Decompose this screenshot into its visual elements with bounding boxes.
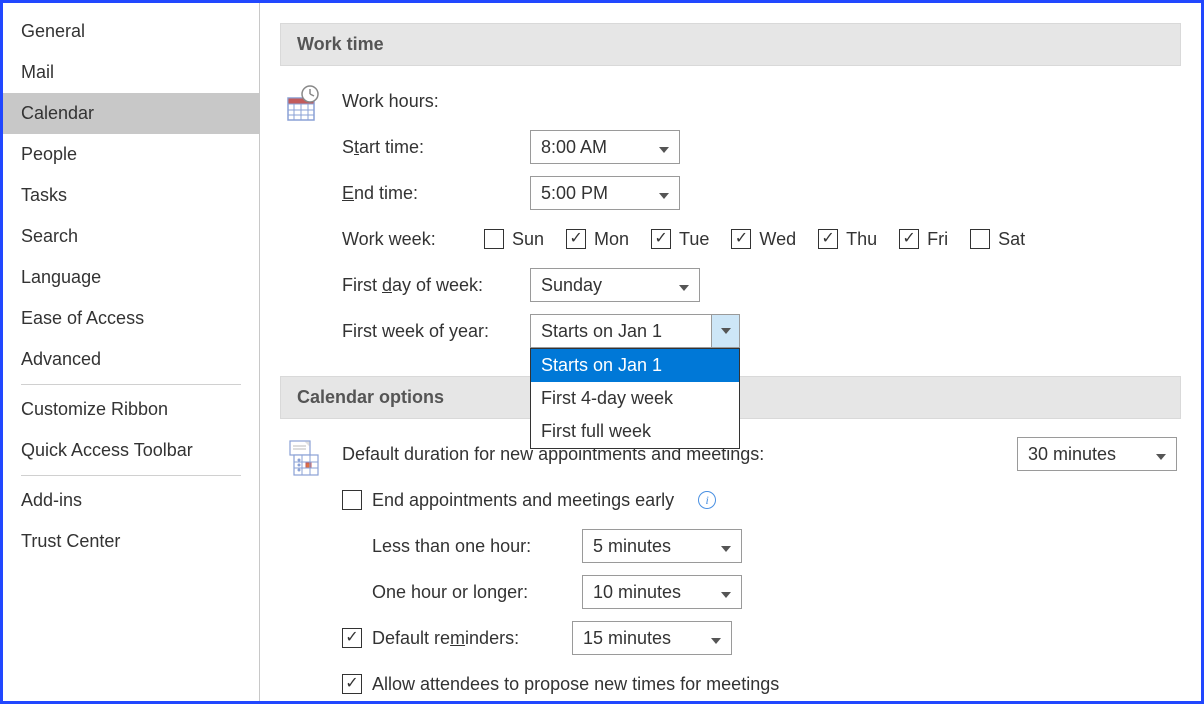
checkbox-sat[interactable] [970,229,990,249]
sidebar-divider [21,384,241,385]
chevron-down-icon [701,628,721,649]
first-day-select[interactable]: Sunday [530,268,700,302]
day-label: Wed [759,229,796,250]
one-hour-or-longer-value: 10 minutes [593,582,681,603]
checkmark-icon: ✓ [345,676,358,692]
one-hour-or-longer-label: One hour or longer: [372,582,562,603]
checkmark-icon: ✓ [569,231,582,247]
sidebar-item-quick-access-toolbar[interactable]: Quick Access Toolbar [3,430,259,471]
sidebar-item-people[interactable]: People [3,134,259,175]
start-time-select[interactable]: 8:00 AM [530,130,680,164]
default-reminders-label: Default reminders: [372,628,552,649]
checkmark-icon: ✓ [821,231,834,247]
checkbox-thu[interactable]: ✓ [818,229,838,249]
day-label: Mon [594,229,629,250]
dropdown-option[interactable]: First full week [531,415,739,448]
default-duration-select[interactable]: 30 minutes [1017,437,1177,471]
work-time-header: Work time [280,23,1181,66]
main-panel: Work time Work hours: [260,3,1201,701]
chevron-down-icon [711,582,731,603]
options-dialog: General Mail Calendar People Tasks Searc… [0,0,1204,704]
work-week-label: Work week: [342,229,462,250]
start-time-label: Start time: [342,137,510,158]
sidebar-item-customize-ribbon[interactable]: Customize Ribbon [3,389,259,430]
first-week-label: First week of year: [342,321,510,342]
first-week-select[interactable]: Starts on Jan 1 [530,314,740,348]
chevron-down-icon [711,536,731,557]
end-time-select[interactable]: 5:00 PM [530,176,680,210]
chevron-down-icon [649,183,669,204]
sidebar-divider [21,475,241,476]
checkbox-fri[interactable]: ✓ [899,229,919,249]
dropdown-option[interactable]: Starts on Jan 1 [531,349,739,382]
first-week-value: Starts on Jan 1 [541,321,662,342]
calendar-page-icon [280,433,324,704]
day-label: Thu [846,229,877,250]
first-week-dropdown: Starts on Jan 1 First 4-day week First f… [530,348,740,449]
sidebar-item-tasks[interactable]: Tasks [3,175,259,216]
first-day-label: First day of week: [342,275,510,296]
checkbox-end-early[interactable] [342,490,362,510]
checkbox-mon[interactable]: ✓ [566,229,586,249]
checkmark-icon: ✓ [345,630,358,646]
chevron-down-icon [649,137,669,158]
checkbox-wed[interactable]: ✓ [731,229,751,249]
checkmark-icon: ✓ [735,231,748,247]
chevron-down-icon [669,275,689,296]
chevron-down-icon [711,315,739,347]
checkbox-default-reminders[interactable]: ✓ [342,628,362,648]
one-hour-or-longer-select[interactable]: 10 minutes [582,575,742,609]
start-time-value: 8:00 AM [541,137,607,158]
less-than-hour-value: 5 minutes [593,536,671,557]
info-icon[interactable]: i [698,491,716,509]
less-than-hour-label: Less than one hour: [372,536,562,557]
day-label: Sat [998,229,1025,250]
calendar-clock-icon [280,80,324,356]
day-label: Tue [679,229,709,250]
default-duration-value: 30 minutes [1028,444,1116,465]
sidebar-item-add-ins[interactable]: Add-ins [3,480,259,521]
day-label: Sun [512,229,544,250]
checkbox-allow-propose[interactable]: ✓ [342,674,362,694]
work-time-section: Work hours: Start time: 8:00 AM End time… [280,80,1181,356]
work-hours-label: Work hours: [342,91,439,112]
checkbox-sun[interactable] [484,229,504,249]
end-time-value: 5:00 PM [541,183,608,204]
allow-propose-label: Allow attendees to propose new times for… [372,674,779,695]
chevron-down-icon [1146,444,1166,465]
dropdown-option[interactable]: First 4-day week [531,382,739,415]
end-early-label: End appointments and meetings early [372,490,674,511]
sidebar-item-ease-of-access[interactable]: Ease of Access [3,298,259,339]
checkmark-icon: ✓ [654,231,667,247]
end-time-label: End time: [342,183,510,204]
category-sidebar: General Mail Calendar People Tasks Searc… [3,3,260,701]
sidebar-item-advanced[interactable]: Advanced [3,339,259,380]
default-reminders-value: 15 minutes [583,628,671,649]
checkbox-tue[interactable]: ✓ [651,229,671,249]
sidebar-item-trust-center[interactable]: Trust Center [3,521,259,562]
day-label: Fri [927,229,948,250]
sidebar-item-language[interactable]: Language [3,257,259,298]
sidebar-item-general[interactable]: General [3,11,259,52]
calendar-options-section: Default duration for new appointments an… [280,433,1181,704]
checkmark-icon: ✓ [902,231,915,247]
first-day-value: Sunday [541,275,602,296]
default-reminders-select[interactable]: 15 minutes [572,621,732,655]
sidebar-item-mail[interactable]: Mail [3,52,259,93]
sidebar-item-search[interactable]: Search [3,216,259,257]
less-than-hour-select[interactable]: 5 minutes [582,529,742,563]
sidebar-item-calendar[interactable]: Calendar [3,93,259,134]
